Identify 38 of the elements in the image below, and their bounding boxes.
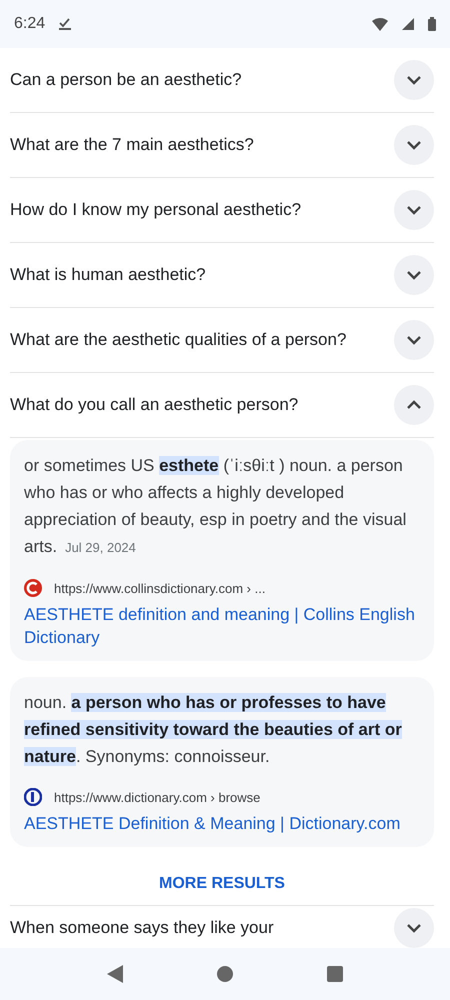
- result-link[interactable]: AESTHETE Definition & Meaning | Dictionary.com: [24, 812, 420, 835]
- question-text: How do I know my personal aesthetic?: [10, 200, 302, 220]
- source-url: https://www.dictionary.com › browse: [54, 790, 260, 804]
- chevron-icon: [406, 205, 422, 215]
- logo-icon: [24, 579, 42, 597]
- question-text: Can a person be an aesthetic?: [10, 70, 242, 90]
- expand-button[interactable]: [394, 255, 434, 295]
- chevron-icon: [406, 270, 422, 280]
- expand-button[interactable]: [394, 125, 434, 165]
- question-text: What are the aesthetic qualities of a person?: [10, 330, 346, 350]
- home-icon[interactable]: [217, 966, 233, 982]
- chevron-icon: [406, 75, 422, 85]
- source-url: https://www.collinsdictionary.com › ...: [54, 580, 266, 596]
- chevron-icon: [406, 400, 422, 410]
- result-link[interactable]: AESTHETE definition and meaning | Collins English Dictionary: [24, 603, 420, 649]
- clock: 6:24: [14, 15, 46, 33]
- date-text: Jul 29, 2024: [65, 540, 136, 555]
- question-text: What do you call an aesthetic person?: [10, 395, 298, 415]
- question-text: What are the 7 main aesthetics?: [10, 135, 254, 155]
- expand-button[interactable]: [394, 908, 434, 948]
- more-results-link[interactable]: MORE RESULTS: [10, 863, 434, 906]
- back-icon[interactable]: [107, 965, 123, 983]
- expand-button[interactable]: [394, 385, 434, 425]
- expand-button[interactable]: [394, 320, 434, 360]
- question-text: What is human aesthetic?: [10, 265, 206, 285]
- signal-icon: [402, 18, 414, 30]
- expand-button[interactable]: [394, 190, 434, 230]
- chevron-icon: [406, 923, 422, 933]
- chevron-icon: [406, 335, 422, 345]
- wifi-icon: [372, 18, 388, 30]
- answer-snippet: noun. a person who has or professes to have refined sensitivity toward the beauties of art or nature. Synonyms: connoisseur.: [24, 692, 403, 768]
- chevron-icon: [406, 140, 422, 150]
- check-icon: [59, 18, 72, 30]
- battery-icon: [428, 17, 436, 31]
- expand-button[interactable]: [394, 60, 434, 100]
- logo-icon: [24, 788, 42, 806]
- answer-snippet: or sometimes US esthete (ˈiːsθiːt ) noun. a person who has or who affects a highly developed appreciation of beauty, esp in poetry and the visual arts. Jul 29, 2024: [24, 455, 408, 558]
- question-text: When someone says they like your: [10, 918, 274, 938]
